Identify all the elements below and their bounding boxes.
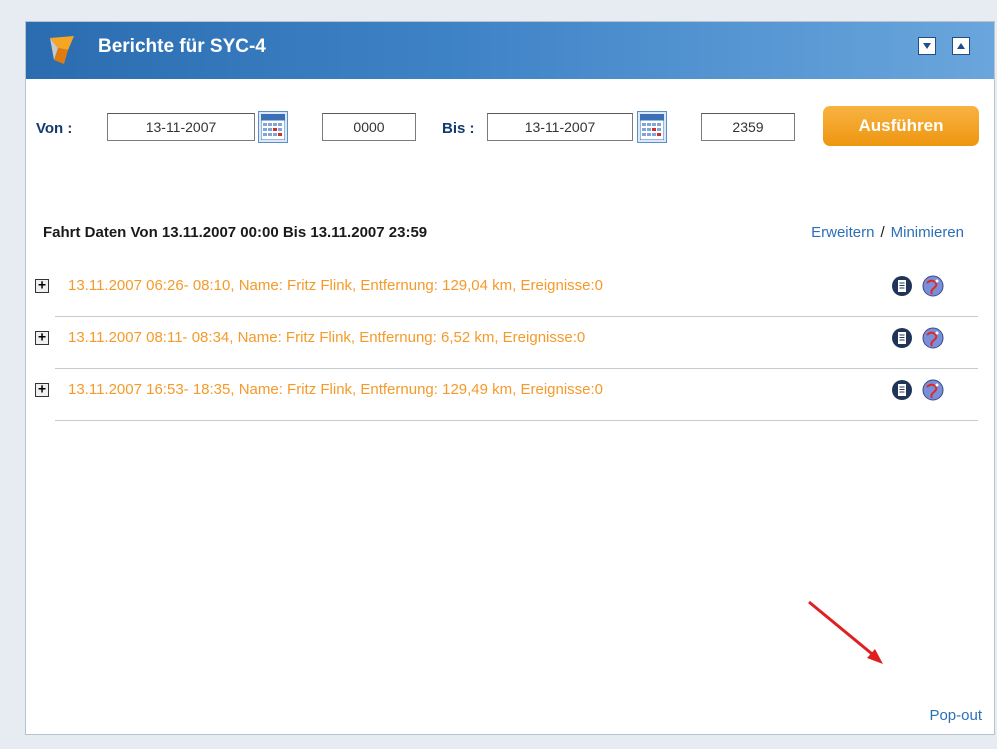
trip-summary[interactable]: 13.11.2007 16:53- 18:35, Name: Fritz Fli…	[68, 381, 603, 398]
trip-summary[interactable]: 13.11.2007 08:11- 08:34, Name: Fritz Fli…	[68, 329, 585, 346]
expand-toggle[interactable]: +	[35, 383, 49, 397]
section-title: Fahrt Daten Von 13.11.2007 00:00 Bis 13.…	[43, 224, 428, 241]
minimize-button[interactable]	[918, 37, 936, 55]
maximize-button[interactable]	[952, 37, 970, 55]
triangle-down-icon	[923, 43, 931, 49]
trip-summary[interactable]: 13.11.2007 06:26- 08:10, Name: Fritz Fli…	[68, 277, 603, 294]
from-date-input[interactable]: 13-11-2007	[107, 113, 255, 141]
to-time-input[interactable]: 2359	[701, 113, 795, 141]
to-date-input[interactable]: 13-11-2007	[487, 113, 633, 141]
map-globe-icon[interactable]	[922, 327, 944, 349]
triangle-up-icon	[957, 43, 965, 49]
trip-row: + 13.11.2007 06:26- 08:10, Name: Fritz F…	[33, 265, 978, 317]
trip-row: + 13.11.2007 16:53- 18:35, Name: Fritz F…	[33, 369, 978, 421]
panel-title: Berichte für SYC-4	[98, 36, 266, 57]
link-separator: /	[880, 224, 885, 241]
to-calendar-button[interactable]	[637, 111, 667, 143]
document-icon[interactable]	[891, 379, 913, 401]
to-label: Bis :	[442, 120, 475, 137]
app-logo-icon	[50, 36, 74, 64]
expand-toggle[interactable]: +	[35, 279, 49, 293]
popout-link[interactable]: Pop-out	[929, 707, 982, 724]
map-globe-icon[interactable]	[922, 275, 944, 297]
expand-toggle[interactable]: +	[35, 331, 49, 345]
calendar-icon	[639, 114, 665, 141]
from-time-input[interactable]: 0000	[322, 113, 416, 141]
collapse-all-link[interactable]: Minimieren	[891, 224, 964, 241]
title-bar: Berichte für SYC-4	[26, 22, 994, 79]
map-globe-icon[interactable]	[922, 379, 944, 401]
arrow-annotation-icon	[808, 600, 883, 664]
row-divider	[55, 420, 978, 421]
calendar-icon	[260, 114, 286, 141]
run-button[interactable]: Ausführen	[823, 106, 979, 146]
expand-collapse-links: Erweitern / Minimieren	[811, 224, 964, 241]
trip-row: + 13.11.2007 08:11- 08:34, Name: Fritz F…	[33, 317, 978, 369]
document-icon[interactable]	[891, 327, 913, 349]
expand-all-link[interactable]: Erweitern	[811, 224, 874, 241]
from-calendar-button[interactable]	[258, 111, 288, 143]
document-icon[interactable]	[891, 275, 913, 297]
from-label: Von :	[36, 120, 73, 137]
